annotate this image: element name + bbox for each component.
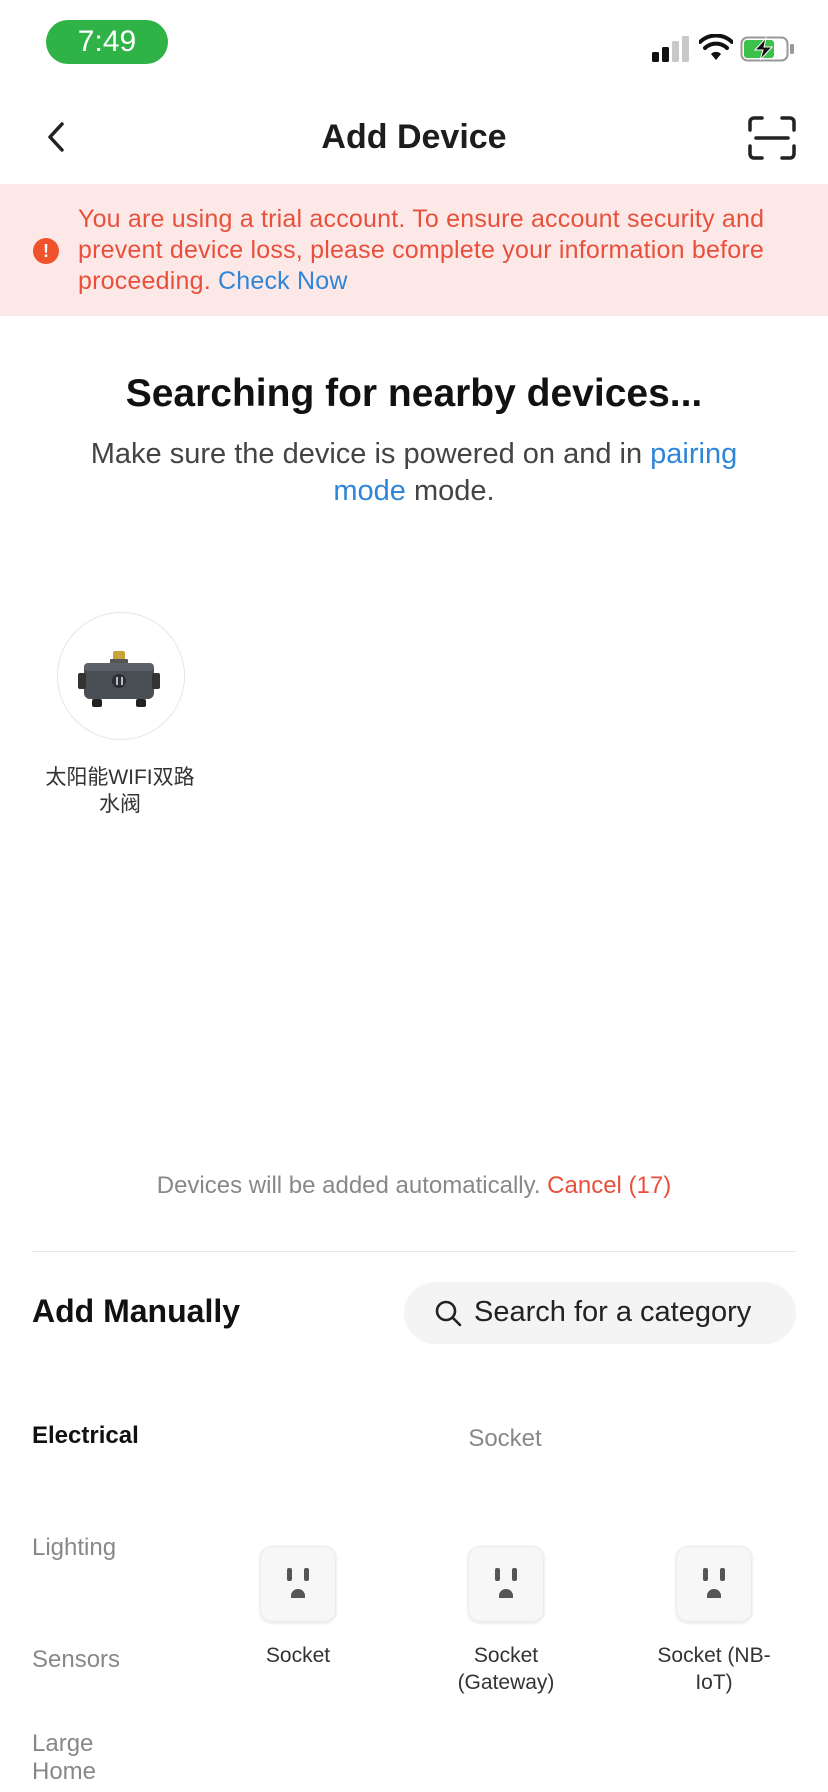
- section-label-socket: Socket: [468, 1425, 542, 1452]
- searching-subtitle: Make sure the device is powered on and i…: [60, 436, 768, 510]
- battery-charging-icon: [740, 36, 794, 62]
- device-image: [57, 612, 185, 740]
- search-icon: [435, 1300, 462, 1327]
- wifi-icon: [699, 34, 733, 60]
- banner-message-text: You are using a trial account. To ensure…: [78, 205, 765, 295]
- category-sensors[interactable]: Sensors: [32, 1646, 120, 1674]
- status-time: 7:49: [46, 20, 168, 64]
- subtitle-text-end: mode.: [414, 475, 495, 507]
- category-lighting[interactable]: Lighting: [32, 1534, 116, 1562]
- product-label: Socket (NB-IoT): [657, 1644, 771, 1694]
- cellular-signal-icon: [652, 36, 689, 62]
- category-large-home[interactable]: Large Home: [32, 1730, 112, 1786]
- warning-icon: !: [33, 238, 59, 264]
- searching-title: Searching for nearby devices...: [125, 372, 703, 415]
- banner-message: You are using a trial account. To ensure…: [78, 204, 798, 297]
- search-placeholder: Search for a category: [474, 1296, 752, 1328]
- auto-add-text: Devices will be added automatically.: [156, 1172, 541, 1199]
- product-label: Socket: [265, 1644, 331, 1667]
- water-valve-icon: [78, 651, 160, 707]
- status-bar: 7:49: [0, 0, 828, 90]
- auto-add-note: Devices will be added automatically. Can…: [0, 1172, 828, 1200]
- device-name: 太阳能WIFI双路水阀: [45, 766, 195, 816]
- page-title: Add Device: [321, 118, 507, 156]
- divider: [32, 1251, 796, 1252]
- check-now-link[interactable]: Check Now: [218, 267, 348, 295]
- category-search-input[interactable]: Search for a category: [404, 1282, 796, 1344]
- found-device-card[interactable]: 太阳能WIFI双路水阀: [36, 612, 204, 822]
- subtitle-text: Make sure the device is powered on and i…: [90, 438, 643, 470]
- category-electrical[interactable]: Electrical: [32, 1422, 139, 1450]
- add-manually-title: Add Manually: [32, 1293, 241, 1329]
- trial-account-banner: ! You are using a trial account. To ensu…: [0, 184, 828, 316]
- socket-icon: [260, 1546, 336, 1622]
- socket-icon: [676, 1546, 752, 1622]
- scan-qr-button[interactable]: [748, 116, 796, 160]
- cancel-button[interactable]: Cancel (17): [547, 1172, 671, 1199]
- product-label: Socket (Gateway): [457, 1644, 555, 1694]
- navigation-header: Add Device: [0, 90, 828, 184]
- socket-icon: [468, 1546, 544, 1622]
